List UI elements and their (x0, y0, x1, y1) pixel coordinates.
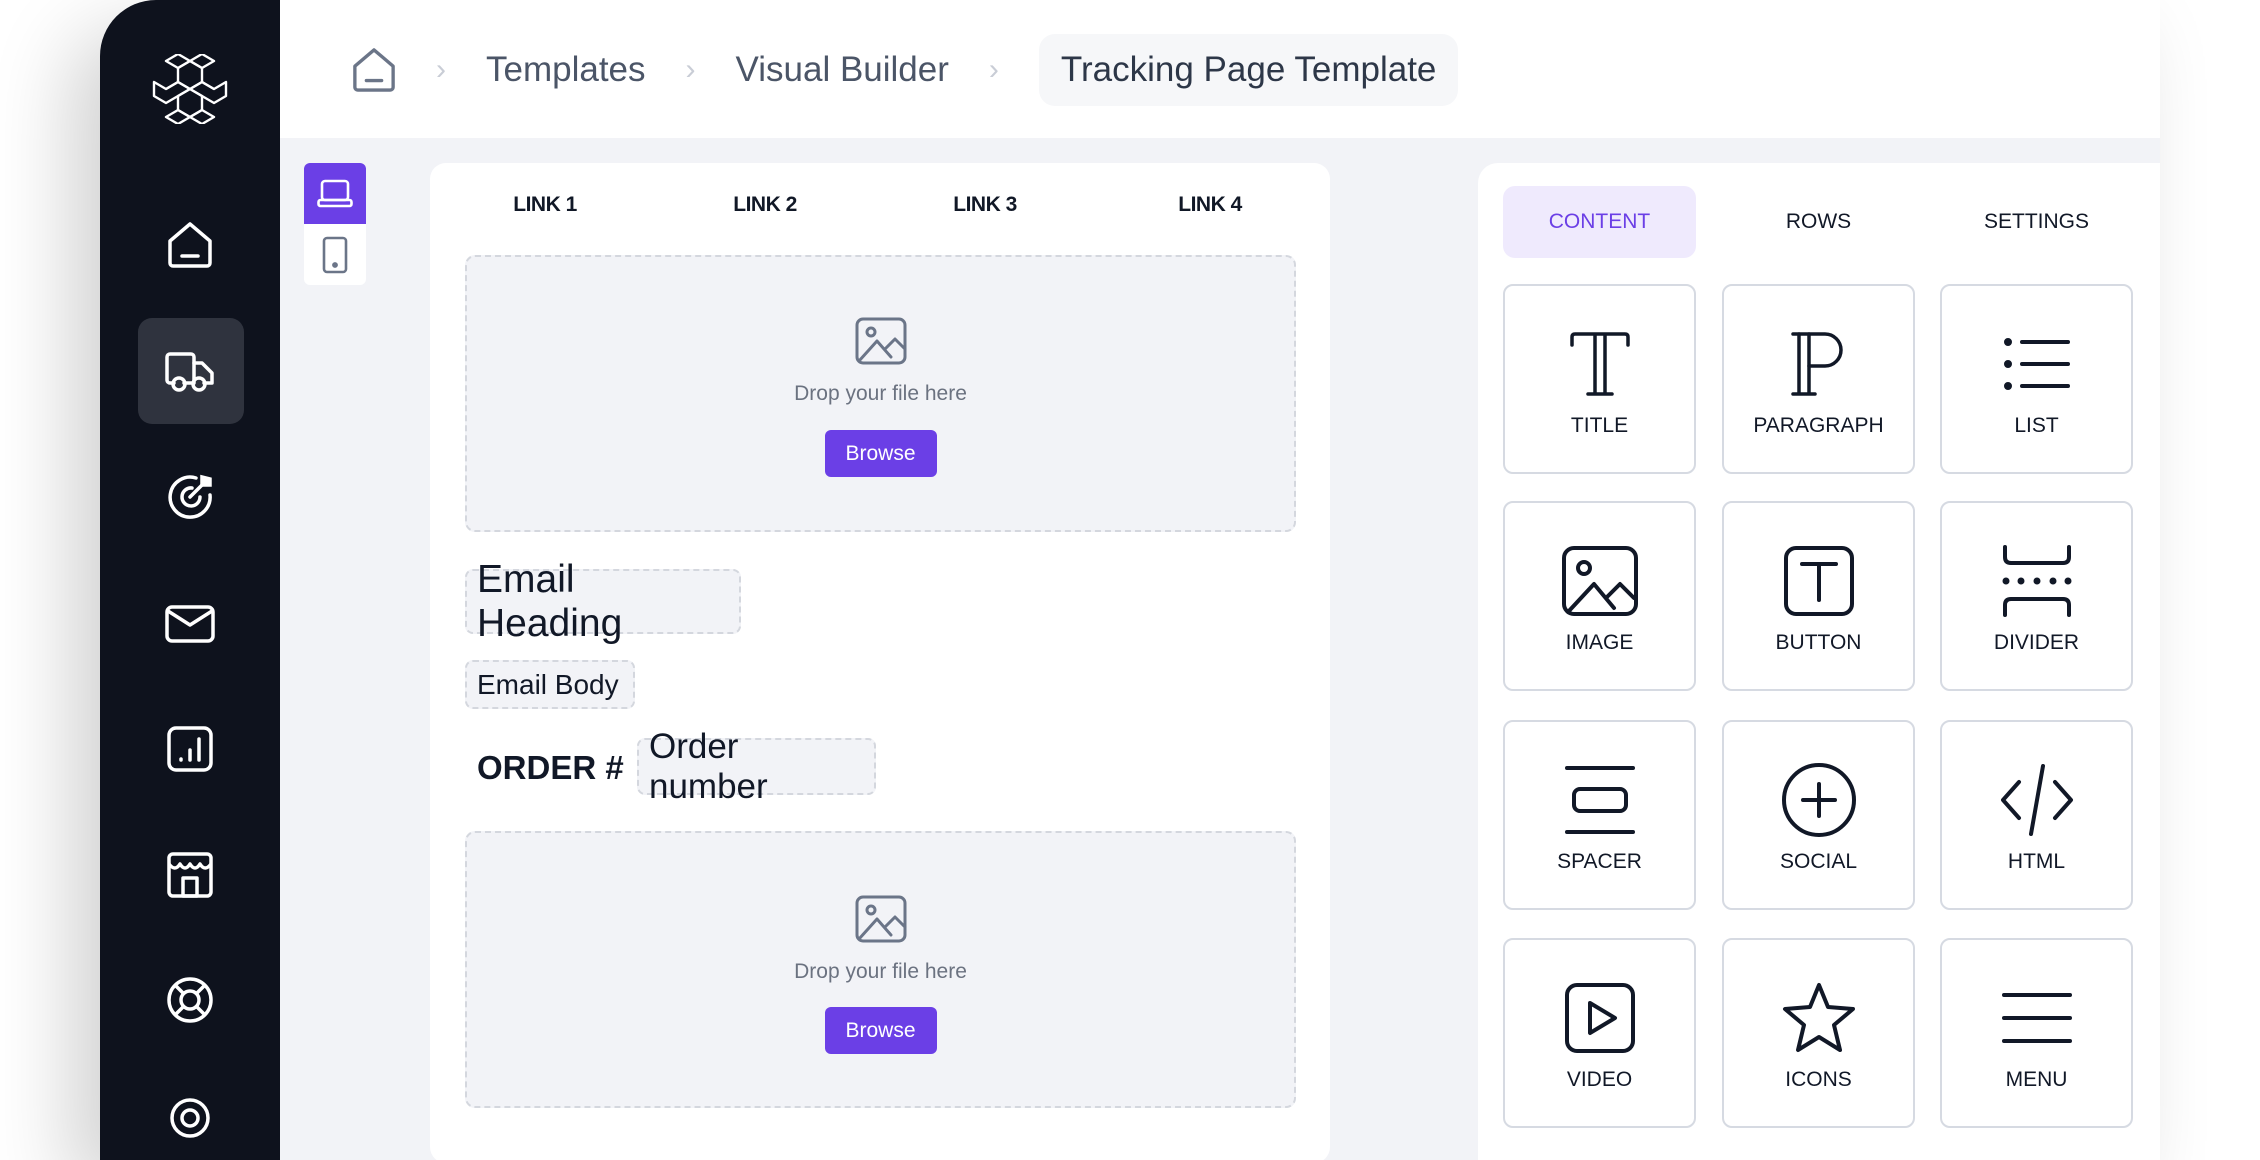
block-label: DIVIDER (1993, 631, 2080, 654)
settings-icon[interactable] (167, 1095, 213, 1141)
breadcrumb-home[interactable] (352, 46, 396, 94)
breadcrumb: › Templates › Visual Builder › Tracking … (352, 34, 1459, 106)
logo-icon[interactable] (151, 54, 229, 124)
block-paragraph[interactable]: PARAGRAPH (1722, 284, 1915, 474)
block-video[interactable]: VIDEO (1503, 938, 1696, 1128)
dropzone-text: Drop your file here (794, 382, 967, 405)
nav-link-3[interactable]: LINK 3 (953, 193, 1017, 217)
block-label: MENU (2005, 1068, 2068, 1091)
block-menu[interactable]: MENU (1940, 938, 2133, 1128)
order-number-field[interactable]: Order number (637, 727, 876, 806)
sidebar-item-analytics[interactable] (167, 726, 213, 772)
star-icon (1779, 978, 1859, 1058)
block-label: HTML (2007, 850, 2066, 873)
header: › Templates › Visual Builder › Tracking … (280, 0, 2160, 138)
title-icon (1560, 324, 1640, 404)
mail-icon (165, 605, 215, 643)
paragraph-icon (1779, 324, 1859, 404)
image-icon (855, 317, 907, 370)
block-label: LIST (2014, 414, 2059, 437)
email-body-text: Email Body (477, 668, 619, 700)
block-label: VIDEO (1566, 1068, 1633, 1091)
chart-icon (167, 726, 213, 772)
chevron-right-icon: › (685, 53, 696, 86)
device-toggle (304, 163, 366, 285)
browse-button[interactable]: Browse (824, 430, 937, 477)
panel-tabs: CONTENT ROWS SETTINGS (1503, 186, 2160, 258)
email-heading[interactable]: Email Heading (465, 558, 741, 645)
breadcrumb-templates[interactable]: Templates (486, 50, 646, 90)
breadcrumb-current: Tracking Page Template (1038, 34, 1459, 106)
blocks-panel: CONTENT ROWS SETTINGS TITLE PARAGRAPH LI… (1478, 163, 2160, 1160)
spacer-icon (1560, 760, 1640, 840)
block-icons[interactable]: ICONS (1722, 938, 1915, 1128)
image-dropzone[interactable]: Drop your file here Browse (465, 831, 1296, 1108)
desktop-view-button[interactable] (304, 163, 366, 224)
block-label: IMAGE (1565, 631, 1634, 654)
truck-icon (165, 351, 215, 393)
block-title[interactable]: TITLE (1503, 284, 1696, 474)
tab-content[interactable]: CONTENT (1503, 186, 1696, 258)
sidebar-item-stores[interactable] (167, 852, 213, 898)
block-label: ICONS (1785, 1068, 1852, 1091)
image-icon (1560, 541, 1640, 621)
nav-link-2[interactable]: LINK 2 (733, 193, 797, 217)
app-window: › Templates › Visual Builder › Tracking … (100, 0, 2160, 1160)
block-button[interactable]: BUTTON (1722, 501, 1915, 691)
block-label: PARAGRAPH (1753, 414, 1884, 437)
store-icon (167, 852, 213, 898)
sidebar-item-home[interactable] (167, 221, 213, 269)
home-icon (353, 48, 395, 92)
block-list[interactable]: LIST (1940, 284, 2133, 474)
breadcrumb-visual-builder[interactable]: Visual Builder (736, 50, 949, 90)
email-canvas: LINK 1 LINK 2 LINK 3 LINK 4 Drop your fi… (430, 163, 1330, 1160)
phone-icon (322, 236, 348, 273)
order-label: ORDER # (477, 749, 624, 786)
block-html[interactable]: HTML (1940, 720, 2133, 910)
mobile-view-button[interactable] (304, 224, 366, 285)
block-spacer[interactable]: SPACER (1503, 720, 1696, 910)
social-icon (1779, 760, 1859, 840)
email-body[interactable]: Email Body (465, 660, 635, 709)
tab-rows[interactable]: ROWS (1722, 186, 1915, 258)
code-icon (1997, 760, 2077, 840)
chevron-right-icon: › (988, 53, 999, 86)
list-icon (1997, 324, 2077, 404)
email-heading-text: Email Heading (477, 557, 623, 645)
dropzone-text: Drop your file here (794, 960, 967, 983)
order-number-text: Order number (649, 726, 768, 806)
nav-link-1[interactable]: LINK 1 (513, 193, 577, 217)
divider-icon (1997, 541, 2077, 621)
block-image[interactable]: IMAGE (1503, 501, 1696, 691)
image-icon (855, 895, 907, 948)
sidebar-item-campaigns[interactable] (166, 473, 214, 521)
block-social[interactable]: SOCIAL (1722, 720, 1915, 910)
laptop-icon (317, 179, 353, 207)
home-icon (168, 222, 212, 268)
image-dropzone[interactable]: Drop your file here Browse (465, 255, 1296, 532)
sidebar-item-support[interactable] (166, 976, 214, 1024)
block-label: TITLE (1570, 414, 1629, 437)
lifebuoy-icon (167, 977, 213, 1023)
button-icon (1779, 541, 1859, 621)
sidebar (100, 0, 280, 1160)
block-divider[interactable]: DIVIDER (1940, 501, 2133, 691)
sidebar-item-email[interactable] (165, 604, 215, 644)
video-icon (1560, 978, 1640, 1058)
chevron-right-icon: › (436, 53, 446, 86)
browse-button[interactable]: Browse (824, 1007, 937, 1054)
block-label: SPACER (1557, 850, 1642, 873)
nav-link-4[interactable]: LINK 4 (1178, 193, 1242, 217)
block-label: BUTTON (1775, 631, 1862, 654)
tab-settings[interactable]: SETTINGS (1940, 186, 2133, 258)
target-icon (168, 474, 212, 519)
block-label: SOCIAL (1779, 850, 1858, 873)
nav-links: LINK 1 LINK 2 LINK 3 LINK 4 (430, 193, 1330, 223)
menu-icon (1997, 978, 2077, 1058)
